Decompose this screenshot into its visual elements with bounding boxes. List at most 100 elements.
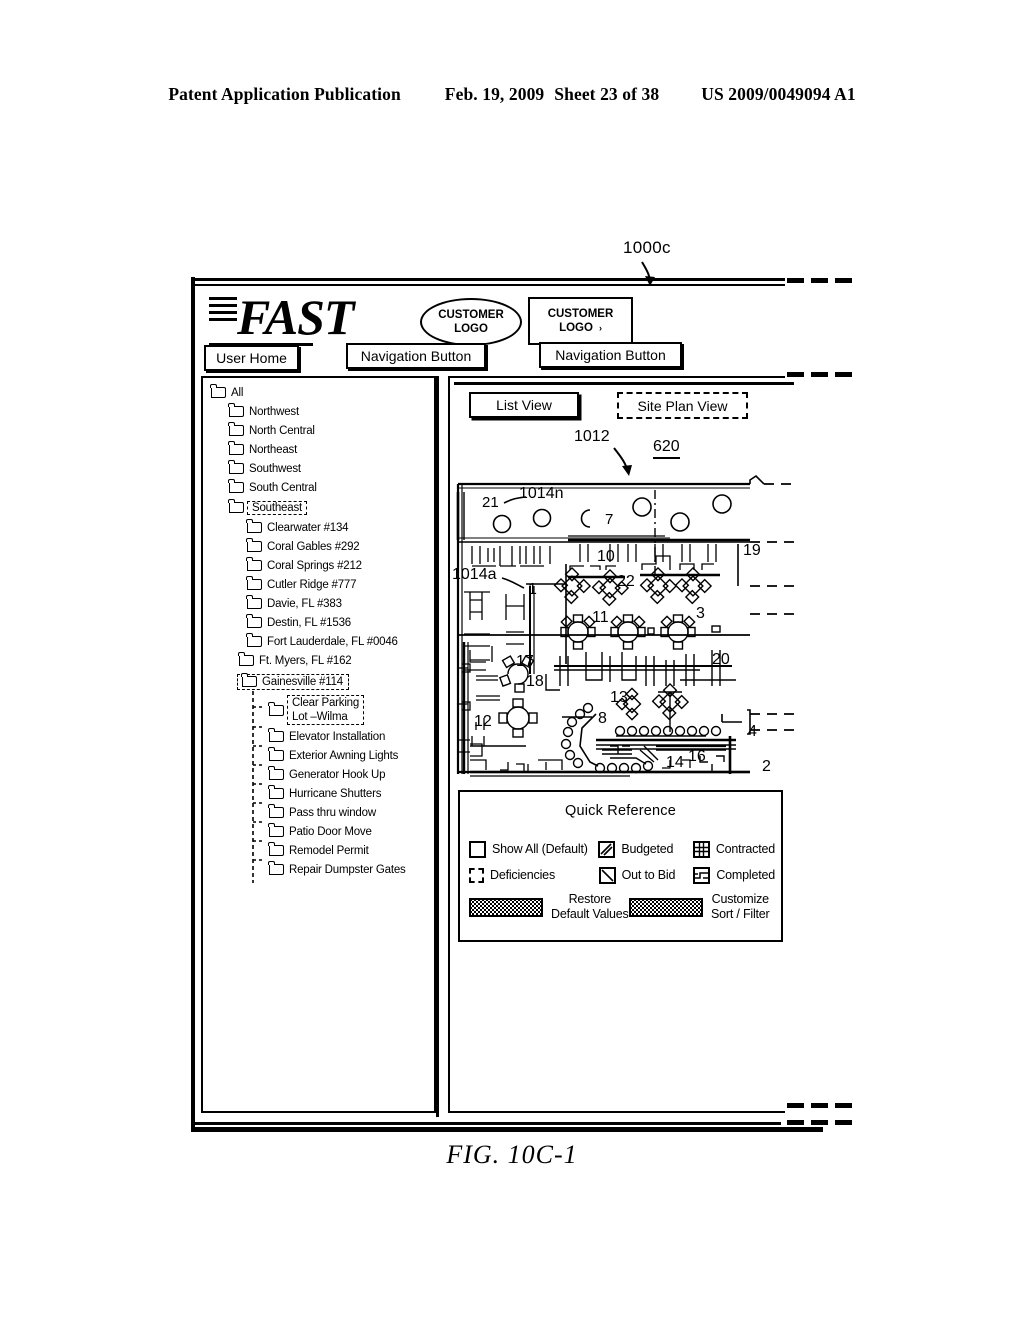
location-tree: All Northwest North Central Northeast So… — [209, 383, 437, 883]
tree-item-northeast[interactable]: Northeast — [209, 440, 437, 459]
callout-8: 8 — [598, 710, 607, 727]
tree-item-label-line2: Lot –Wilma — [292, 711, 348, 723]
tree-item-exterior-awning-lights[interactable]: Exterior Awning Lights — [209, 746, 437, 765]
callout-1014a: 1014a — [452, 566, 497, 583]
legend-label: Show All (Default) — [492, 842, 588, 856]
main-content-panel: List View Site Plan View 1012 620 21 101… — [448, 376, 795, 1113]
continuation-dashes-bot2 — [787, 1120, 852, 1125]
tree-item-patio-door-move[interactable]: Patio Door Move — [209, 822, 437, 841]
restore-button-label-line1: Restore — [568, 892, 612, 906]
backslash-hatch-icon — [598, 866, 616, 884]
window-top-edge — [195, 278, 785, 281]
folder-icon — [268, 728, 284, 742]
folder-icon — [246, 519, 262, 533]
tree-item-cutler-ridge[interactable]: Cutler Ridge #777 — [209, 575, 437, 594]
patent-number: US 2009/0049094 A1 — [701, 84, 856, 104]
tree-item-label: Northwest — [249, 405, 299, 418]
publication-label: Patent Application Publication — [168, 84, 401, 104]
quick-reference-legend: Show All (Default) Budgeted Contracted D… — [469, 836, 775, 888]
window-bottom-edge — [195, 1122, 781, 1125]
tree-item-fort-lauderdale[interactable]: Fort Lauderdale, FL #0046 — [209, 632, 437, 651]
tree-item-southeast[interactable]: Southeast — [209, 497, 437, 518]
folder-icon — [246, 633, 262, 647]
navigation-button-1-label: Navigation Button — [360, 348, 472, 364]
tree-item-repair-dumpster-gates[interactable]: Repair Dumpster Gates — [209, 860, 437, 879]
tree-item-label: Ft. Myers, FL #162 — [259, 654, 352, 667]
tree-item-elevator-installation[interactable]: Elevator Installation — [209, 727, 437, 746]
tree-item-label: Destin, FL #1536 — [267, 616, 351, 629]
folder-icon — [246, 614, 262, 628]
callout-21: 21 — [482, 494, 499, 511]
tree-item-label: Generator Hook Up — [289, 768, 386, 781]
tree-item-coral-gables[interactable]: Coral Gables #292 — [209, 537, 437, 556]
tree-item-label-line1: Clear Parking — [292, 697, 360, 709]
navigation-button-1[interactable]: Navigation Button — [346, 343, 486, 369]
tab-site-plan-view[interactable]: Site Plan View — [617, 392, 748, 419]
tree-item-clear-parking-lot-wilma[interactable]: Clear Parking Lot –Wilma — [209, 693, 437, 727]
customize-button-label-line2: Sort / Filter — [711, 907, 770, 921]
tree-item-pass-thru-window[interactable]: Pass thru window — [209, 803, 437, 822]
tree-item-label: Clearwater #134 — [267, 521, 349, 534]
tree-item-label: Hurricane Shutters — [289, 787, 382, 800]
tree-item-label: South Central — [249, 481, 317, 494]
callout-2: 2 — [762, 758, 771, 775]
tree-item-destin[interactable]: Destin, FL #1536 — [209, 613, 437, 632]
customize-sort-filter-button[interactable]: Customize Sort / Filter — [629, 892, 770, 922]
tab-list-view[interactable]: List View — [469, 392, 579, 418]
app-logo-text: FAST — [237, 289, 354, 345]
empty-square-icon — [469, 840, 486, 858]
folder-icon — [238, 652, 254, 666]
quick-reference-buttons: Restore Default Values Customize Sort / … — [469, 892, 775, 922]
tree-item-gainesville[interactable]: Gainesville #114 — [209, 670, 437, 693]
brand-row: FAST CUSTOMER LOGO CUSTOMER LOGO › — [201, 289, 801, 351]
window-top-edge-2 — [195, 284, 785, 286]
legend-item-show-all[interactable]: Show All (Default) — [469, 840, 598, 858]
navigation-button-2[interactable]: Navigation Button — [539, 342, 682, 368]
legend-label: Contracted — [715, 842, 775, 856]
folder-icon — [210, 384, 226, 398]
legend-item-completed[interactable]: Completed — [693, 866, 775, 884]
tree-item-northwest[interactable]: Northwest — [209, 402, 437, 421]
legend-item-contracted[interactable]: Contracted — [692, 840, 775, 858]
tree-item-southwest[interactable]: Southwest — [209, 459, 437, 478]
navigation-bar: User Home Navigation Button Navigation B… — [201, 342, 811, 373]
dashed-corners-icon — [469, 867, 484, 883]
folder-icon — [228, 460, 244, 474]
tree-item-clearwater[interactable]: Clearwater #134 — [209, 518, 437, 537]
restore-default-values-button[interactable]: Restore Default Values — [469, 892, 629, 922]
folder-icon — [241, 673, 257, 687]
legend-item-budgeted[interactable]: Budgeted — [598, 840, 693, 858]
customer-logo-oval-line2: LOGO — [454, 323, 488, 335]
stipple-button-icon — [469, 897, 543, 917]
site-plan-drawing[interactable]: 21 1014n 7 10 19 1014a 1 22 3 11 17 20 1… — [450, 474, 795, 784]
tree-item-label: Elevator Installation — [289, 730, 386, 743]
customer-logo-rect-line1: CUSTOMER — [547, 308, 614, 320]
reference-1012: 1012 — [574, 428, 610, 445]
legend-item-out-to-bid[interactable]: Out to Bid — [598, 866, 694, 884]
quick-reference-title: Quick Reference — [565, 803, 676, 819]
tree-item-south-central[interactable]: South Central — [209, 478, 437, 497]
tree-item-all[interactable]: All — [209, 383, 437, 402]
tree-item-davie[interactable]: Davie, FL #383 — [209, 594, 437, 613]
tree-item-label: Repair Dumpster Gates — [289, 863, 406, 876]
callout-22: 22 — [617, 573, 635, 590]
callout-10: 10 — [597, 548, 615, 565]
tree-item-label: Remodel Permit — [289, 844, 369, 857]
tree-item-hurricane-shutters[interactable]: Hurricane Shutters — [209, 784, 437, 803]
tree-item-remodel-permit[interactable]: Remodel Permit — [209, 841, 437, 860]
tree-item-label: Fort Lauderdale, FL #0046 — [267, 635, 398, 648]
folder-icon — [246, 576, 262, 590]
tree-item-ft-myers[interactable]: Ft. Myers, FL #162 — [209, 651, 437, 670]
folder-icon — [246, 557, 262, 571]
legend-item-deficiencies[interactable]: Deficiencies — [469, 867, 599, 883]
continuation-dashes-bot1 — [787, 1103, 852, 1108]
user-home-button[interactable]: User Home — [204, 345, 299, 371]
legend-label: Budgeted — [621, 842, 674, 856]
folder-icon — [268, 823, 284, 837]
tree-item-label: Southeast — [247, 500, 307, 515]
tree-item-coral-springs[interactable]: Coral Springs #212 — [209, 556, 437, 575]
patent-page-header: Patent Application Publication Feb. 19, … — [0, 84, 1024, 105]
tree-item-generator-hook-up[interactable]: Generator Hook Up — [209, 765, 437, 784]
folder-icon — [268, 861, 284, 875]
tree-item-north-central[interactable]: North Central — [209, 421, 437, 440]
